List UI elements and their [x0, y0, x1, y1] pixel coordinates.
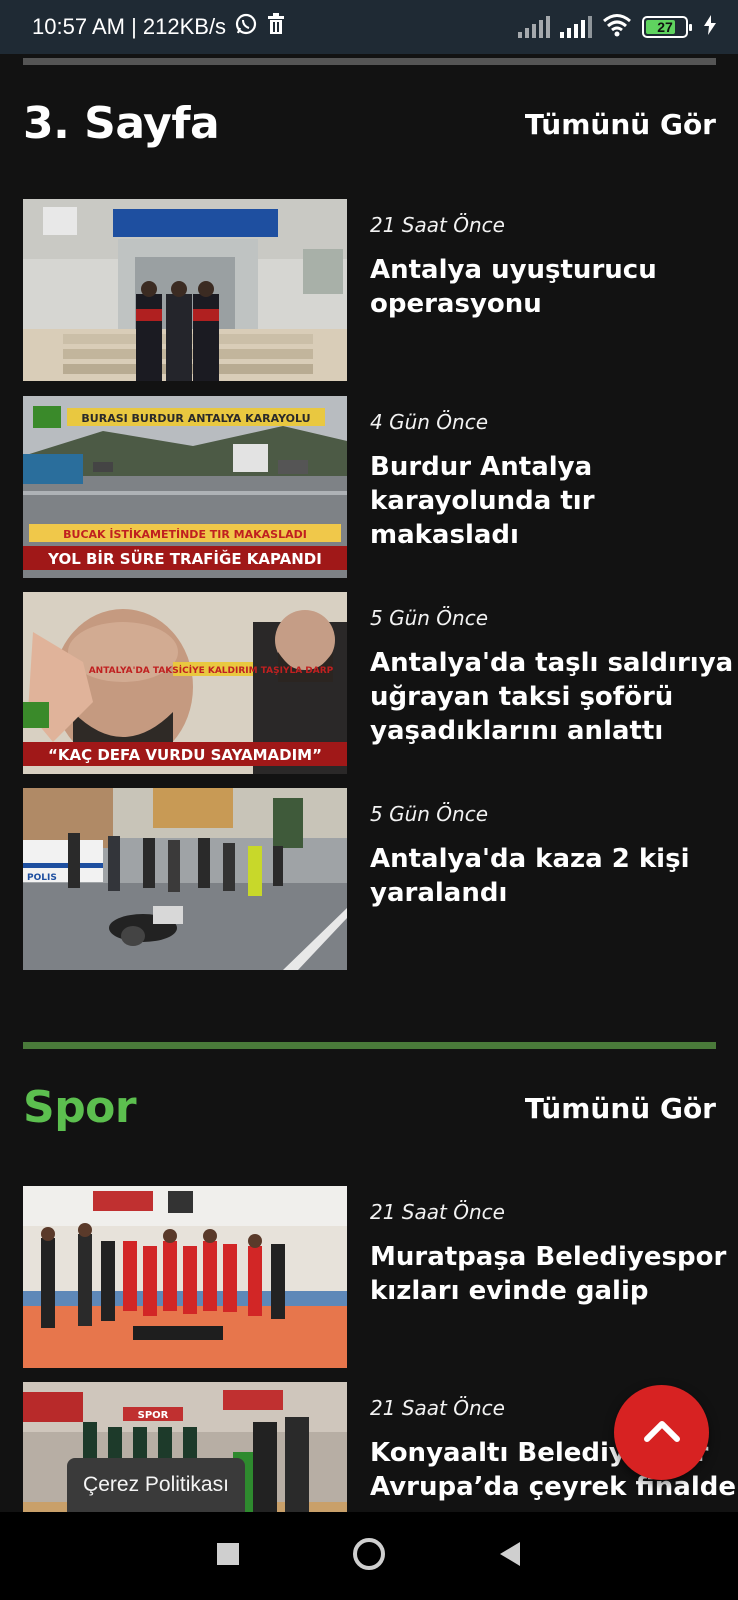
news-headline[interactable]: Antalya'da kaza 2 kişi yaralandı — [370, 842, 738, 910]
overlay-bottom-label: “KAÇ DEFA VURDU SAYAMADIM” — [48, 746, 322, 764]
news-time: 5 Gün Önce — [370, 606, 489, 630]
status-time-speed: 10:57 AM | 212KB/s — [32, 14, 227, 39]
news-headline[interactable]: Antalya'da taşlı saldırıya uğrayan taksi… — [370, 646, 738, 748]
news-thumbnail[interactable]: POLIS — [23, 788, 347, 970]
recents-button[interactable] — [216, 1542, 240, 1570]
overlay-label: SPOR — [138, 1410, 169, 1421]
chevron-up-icon — [643, 1419, 681, 1447]
news-thumbnail[interactable] — [23, 199, 347, 381]
news-time: 4 Gün Önce — [370, 410, 489, 434]
battery-icon: 27 — [642, 16, 692, 38]
overlay-mid-label: BUCAK İSTİKAMETİNDE TIR MAKASLADI — [63, 527, 307, 541]
see-all-link[interactable]: Tümünü Gör — [525, 1092, 716, 1125]
news-item[interactable]: BURASI BURDUR ANTALYA KARAYOLU BUCAK İST… — [23, 396, 723, 578]
news-headline[interactable]: Burdur Antalya karayolunda tır makasladı — [370, 450, 738, 552]
news-item[interactable]: POLIS 5 Gün Önce Antalya'da kaza 2 kişi … — [23, 788, 723, 970]
overlay-bottom-label: YOL BİR SÜRE TRAFİĞE KAPANDI — [47, 549, 322, 568]
section-divider — [23, 1042, 716, 1049]
whatsapp-icon — [234, 12, 258, 42]
system-nav-bar — [0, 1512, 738, 1600]
overlay-top-label: BURASI BURDUR ANTALYA KARAYOLU — [81, 412, 310, 425]
charging-icon — [704, 14, 716, 40]
back-button[interactable] — [498, 1541, 522, 1571]
overlay-mid-label: ANTALYA'DA TAKSİCİYE KALDIRIM TAŞIYLA DA… — [89, 665, 334, 676]
page-content: 3. Sayfa Tümünü Gör 21 Saat Önce Antalya… — [0, 54, 738, 1512]
news-time: 21 Saat Önce — [370, 213, 505, 237]
news-headline[interactable]: Muratpaşa Belediyespor kızları evinde ga… — [370, 1240, 738, 1308]
news-item[interactable]: 21 Saat Önce Antalya uyuşturucu operasyo… — [23, 199, 723, 381]
home-button[interactable] — [352, 1537, 386, 1575]
signal-icon — [518, 16, 550, 38]
section-divider — [23, 58, 716, 65]
status-bar: 10:57 AM | 212KB/s 27 — [0, 0, 738, 54]
trash-icon — [266, 13, 286, 41]
signal-icon-2 — [560, 16, 592, 38]
news-item[interactable]: ANTALYA'DA TAKSİCİYE KALDIRIM TAŞIYLA DA… — [23, 592, 733, 774]
news-thumbnail[interactable] — [23, 1186, 347, 1368]
news-headline[interactable]: Antalya uyuşturucu operasyonu — [370, 253, 738, 321]
scroll-top-button[interactable] — [614, 1385, 709, 1480]
news-thumbnail[interactable]: BURASI BURDUR ANTALYA KARAYOLU BUCAK İST… — [23, 396, 347, 578]
news-time: 21 Saat Önce — [370, 1200, 505, 1224]
wifi-icon — [602, 13, 632, 42]
see-all-link[interactable]: Tümünü Gör — [525, 108, 716, 141]
cookie-policy-button[interactable]: Çerez Politikası — [67, 1458, 245, 1512]
section-title: 3. Sayfa — [23, 98, 220, 149]
news-time: 5 Gün Önce — [370, 802, 489, 826]
news-item[interactable]: 21 Saat Önce Muratpaşa Belediyespor kızl… — [23, 1186, 726, 1368]
news-time: 21 Saat Önce — [370, 1396, 505, 1420]
news-thumbnail[interactable]: ANTALYA'DA TAKSİCİYE KALDIRIM TAŞIYLA DA… — [23, 592, 347, 774]
overlay-police-label: POLIS — [27, 873, 57, 883]
section-title: Spor — [23, 1082, 137, 1133]
